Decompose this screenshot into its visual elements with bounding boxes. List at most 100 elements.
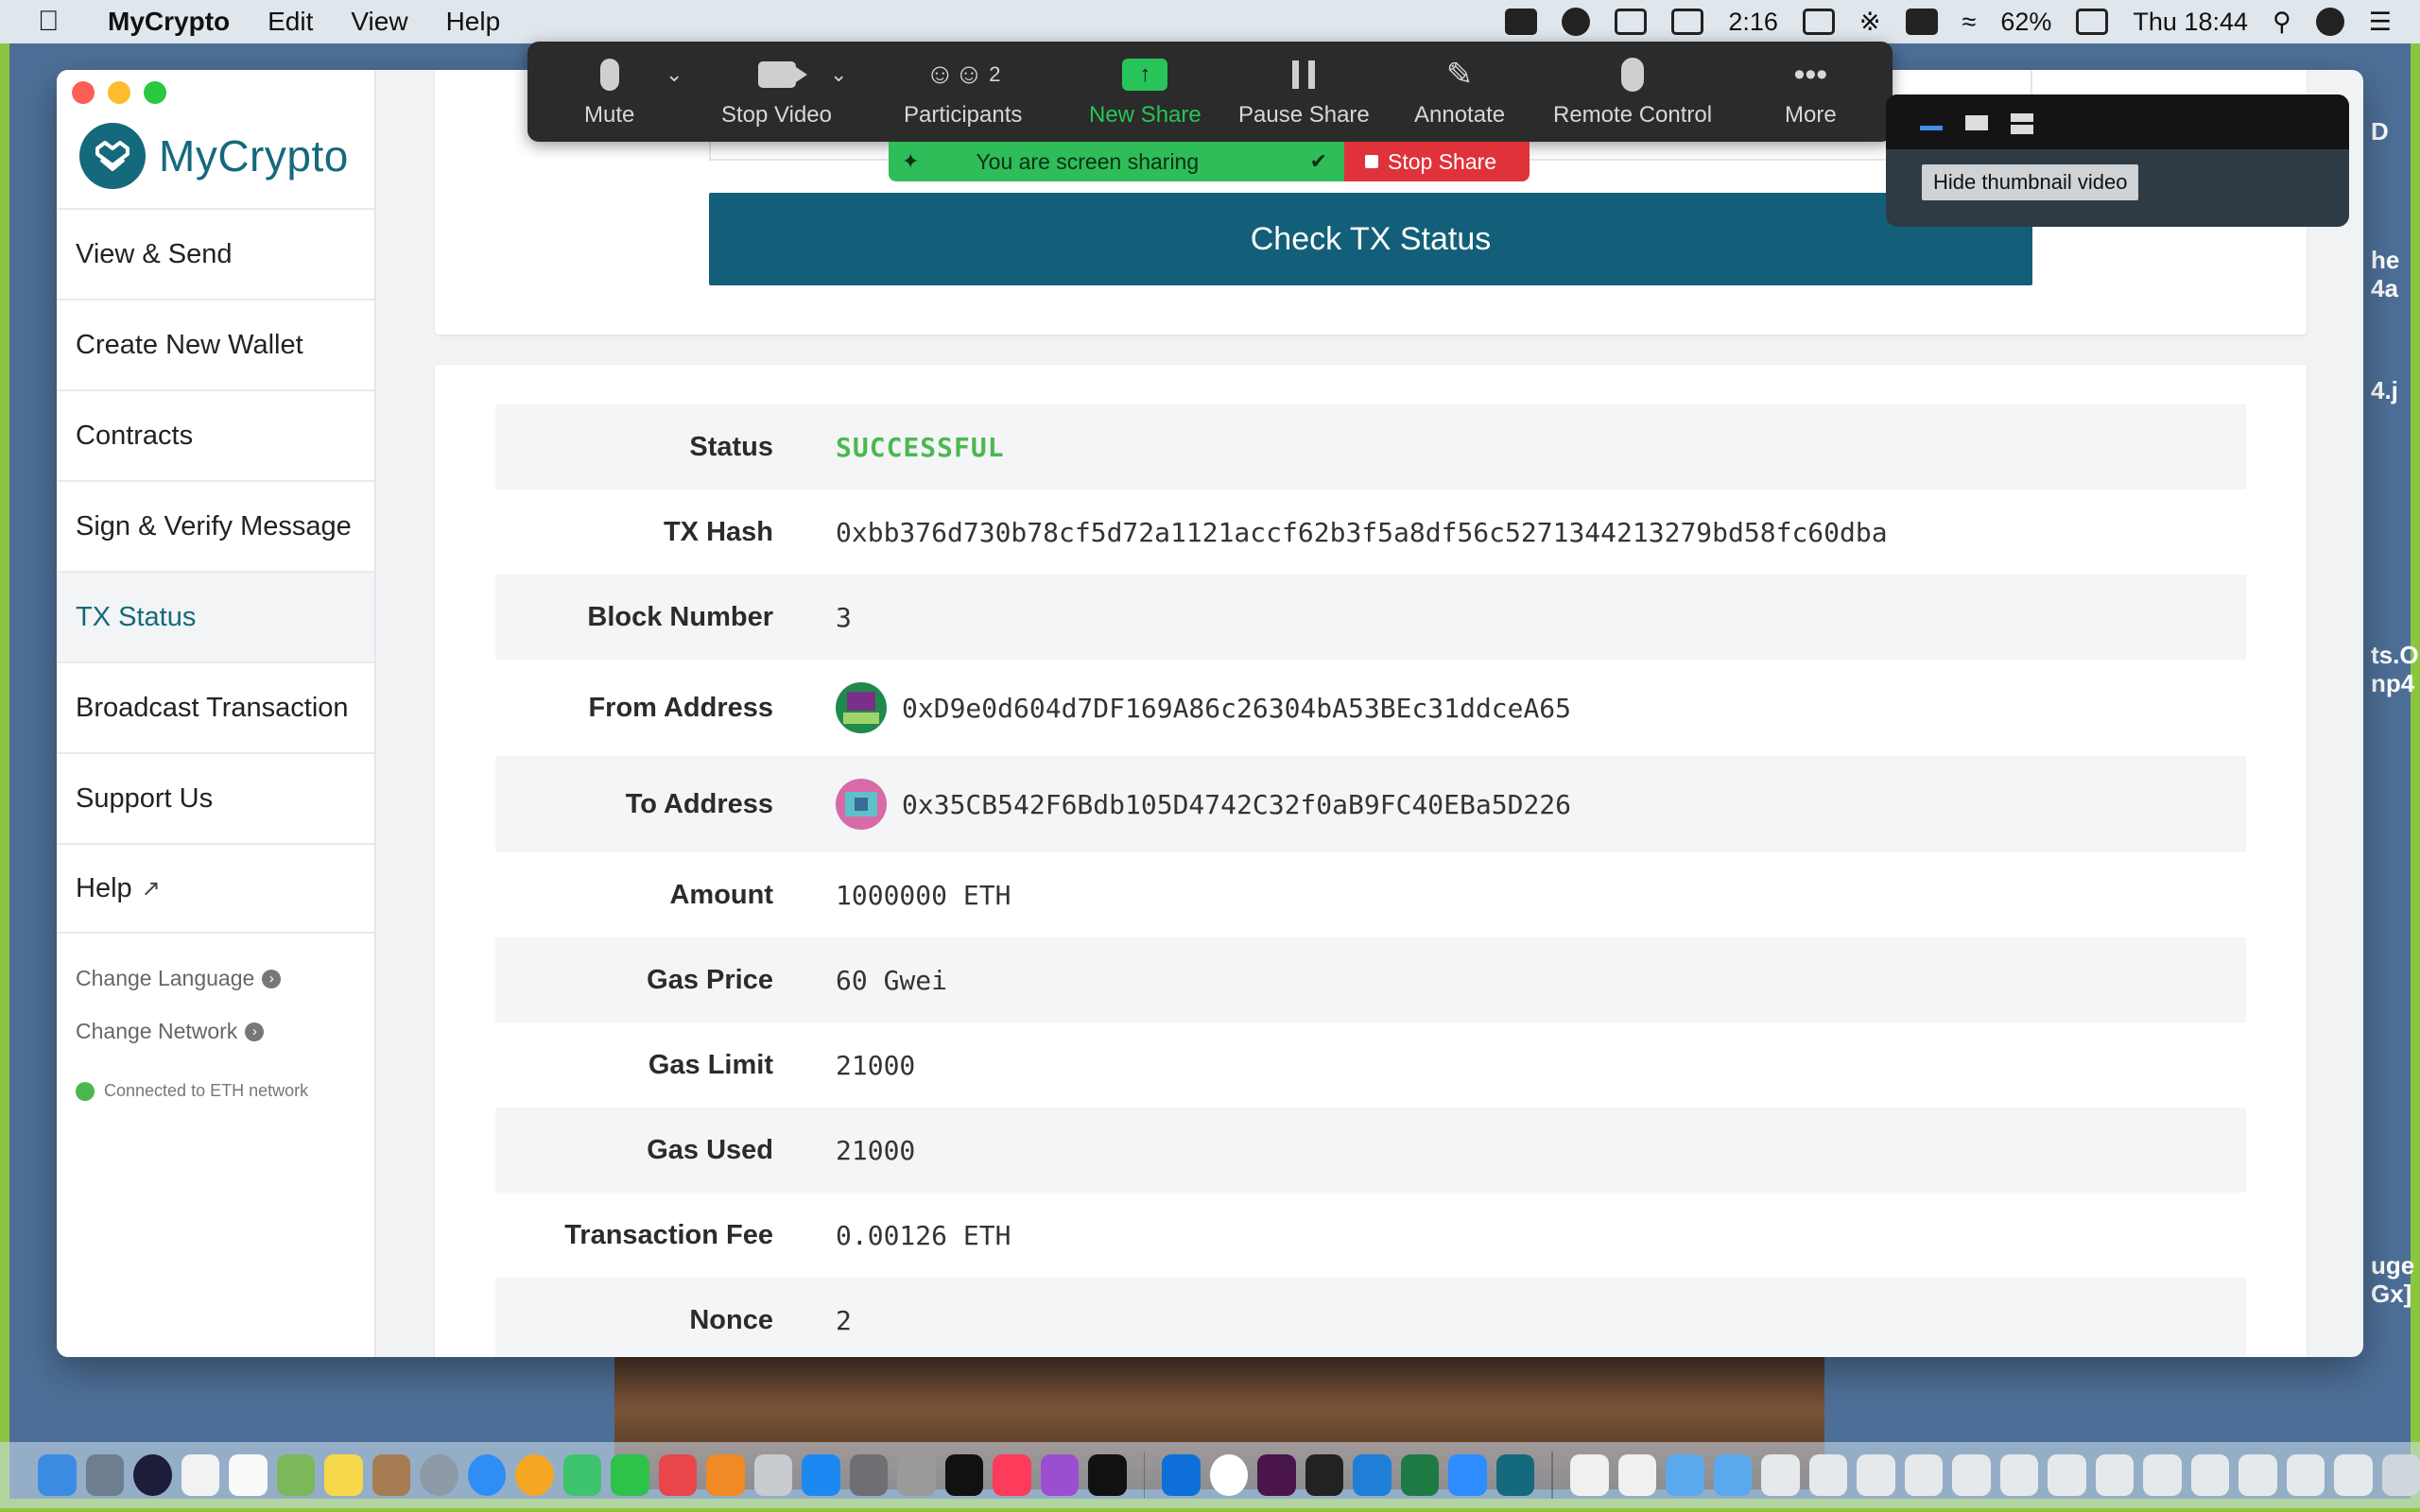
launchpad-icon[interactable] (420, 1454, 458, 1496)
sidebar-item-support[interactable]: Support Us (57, 752, 374, 843)
apple-menu-icon[interactable]:  (38, 6, 79, 38)
sidebar-item-broadcast[interactable]: Broadcast Transaction (57, 662, 374, 752)
annotate-button[interactable]: ✎ Annotate (1414, 55, 1505, 129)
facetime-icon[interactable] (611, 1454, 649, 1496)
terminal-icon[interactable] (1305, 1454, 1344, 1496)
news-icon[interactable] (658, 1454, 697, 1496)
menu-edit[interactable]: Edit (268, 7, 313, 37)
app-logo[interactable]: MyCrypto (79, 123, 349, 189)
messages-icon[interactable] (562, 1454, 601, 1496)
cloud-icon[interactable] (1562, 8, 1591, 36)
sonos-icon[interactable] (944, 1454, 983, 1496)
sidebar-item-help[interactable]: Help ↗ (57, 843, 374, 934)
zoom-window-button[interactable] (144, 81, 166, 104)
window-thumbnail-icon[interactable] (2334, 1454, 2373, 1496)
preview-icon[interactable] (85, 1454, 124, 1496)
participants-button[interactable]: ☺☺ 2 Participants (904, 55, 1022, 129)
downloads-folder-icon[interactable] (1713, 1454, 1753, 1496)
finder-icon[interactable] (38, 1454, 77, 1496)
chrome-icon[interactable] (1209, 1454, 1249, 1496)
stop-share-button[interactable]: Stop Share (1344, 142, 1530, 181)
stop-video-button[interactable]: Stop Video (721, 55, 832, 129)
thumbnail-view-icon[interactable] (1965, 115, 1988, 130)
calculator-icon[interactable] (897, 1454, 936, 1496)
safari-icon[interactable] (467, 1454, 506, 1496)
more-button[interactable]: ••• More (1785, 55, 1837, 129)
podcasts-icon[interactable] (1040, 1454, 1079, 1496)
airplay-icon[interactable] (1802, 9, 1835, 35)
mycrypto-dock-icon[interactable] (1495, 1454, 1535, 1496)
close-window-button[interactable] (72, 81, 95, 104)
zoom-dock-icon[interactable] (1448, 1454, 1487, 1496)
notification-center-icon[interactable]: ☰ (2369, 8, 2392, 37)
siri-icon[interactable] (2315, 8, 2344, 36)
books-icon[interactable] (706, 1454, 745, 1496)
menu-app-name[interactable]: MyCrypto (108, 7, 230, 37)
app-store-icon[interactable] (802, 1454, 840, 1496)
minimize-thumbnail-icon[interactable] (1920, 113, 1943, 130)
window-thumbnail-icon[interactable] (1999, 1454, 2039, 1496)
mute-button[interactable]: Mute (584, 55, 634, 129)
sharing-indicator[interactable]: ✦ You are screen sharing ✔ (889, 142, 1344, 181)
sidebar-item-contracts[interactable]: Contracts (57, 389, 374, 480)
sidebar-item-sign-verify[interactable]: Sign & Verify Message (57, 480, 374, 571)
remote-control-button[interactable]: Remote Control (1553, 55, 1712, 129)
excel-icon[interactable] (1400, 1454, 1440, 1496)
window-thumbnail-icon[interactable] (2048, 1454, 2086, 1496)
help-icon[interactable] (753, 1454, 792, 1496)
sidebar-item-view-send[interactable]: View & Send (57, 208, 374, 299)
minimize-window-button[interactable] (108, 81, 130, 104)
vscode-icon[interactable] (1353, 1454, 1392, 1496)
wifi-icon[interactable]: ≈ (1962, 8, 1977, 37)
tx-hash-value[interactable]: 0xbb376d730b78cf5d72a1121accf62b3f5a8df5… (836, 517, 1888, 548)
audio-options-chevron-icon[interactable]: ⌄ (666, 62, 683, 87)
slack-icon[interactable] (1257, 1454, 1296, 1496)
battery-time[interactable]: 2:16 (1728, 8, 1778, 37)
document-icon[interactable] (1617, 1454, 1657, 1496)
window-thumbnail-icon[interactable] (1904, 1454, 1944, 1496)
calendar-icon[interactable] (229, 1454, 268, 1496)
document-icon[interactable] (1570, 1454, 1609, 1496)
photos-icon[interactable] (515, 1454, 554, 1496)
spotlight-search-icon[interactable]: ⚲ (2273, 8, 2291, 37)
to-address-value[interactable]: 0x35CB542F6Bdb105D4742C32f0aB9FC40EBa5D2… (902, 789, 1571, 820)
window-thumbnail-icon[interactable] (1761, 1454, 1800, 1496)
keyboard-icon[interactable] (1905, 9, 1938, 35)
new-share-button[interactable]: ↑ New Share (1089, 55, 1201, 129)
window-thumbnail-icon[interactable] (1952, 1454, 1991, 1496)
window-thumbnail-icon[interactable] (1808, 1454, 1848, 1496)
reminders-icon[interactable] (181, 1454, 219, 1496)
menu-view[interactable]: View (351, 7, 407, 37)
sidebar-item-create-wallet[interactable]: Create New Wallet (57, 299, 374, 389)
window-thumbnail-icon[interactable] (1857, 1454, 1895, 1496)
contacts-icon[interactable] (372, 1454, 410, 1496)
window-thumbnail-icon[interactable] (2190, 1454, 2230, 1496)
check-tx-status-button[interactable]: Check TX Status (709, 193, 2032, 285)
window-thumbnail-icon[interactable] (2095, 1454, 2135, 1496)
change-network-link[interactable]: Change Network › (76, 1019, 265, 1044)
from-address-value[interactable]: 0xD9e0d604d7DF169A86c26304bA53BEc31ddceA… (902, 693, 1571, 724)
video-options-chevron-icon[interactable]: ⌄ (830, 62, 847, 87)
window-thumbnail-icon[interactable] (2286, 1454, 2325, 1496)
sidebar-item-tx-status[interactable]: TX Status (57, 571, 374, 662)
zoom-status-icon[interactable] (1505, 9, 1538, 35)
battery-icon[interactable] (2076, 9, 2109, 35)
menu-help[interactable]: Help (446, 7, 501, 37)
clock[interactable]: Thu 18:44 (2133, 8, 2248, 37)
battery-percent[interactable]: 62% (2000, 8, 2051, 37)
teamviewer-icon[interactable] (1615, 9, 1648, 35)
teamviewer-dock-icon[interactable] (1162, 1454, 1201, 1496)
maps-icon[interactable] (276, 1454, 315, 1496)
folder-icon[interactable] (1666, 1454, 1704, 1496)
music-icon[interactable] (993, 1454, 1031, 1496)
gallery-view-icon[interactable] (2011, 113, 2033, 134)
change-language-link[interactable]: Change Language › (76, 966, 282, 991)
pause-share-button[interactable]: Pause Share (1238, 55, 1370, 129)
window-thumbnail-icon[interactable] (2238, 1454, 2277, 1496)
apple-tv-icon[interactable] (1088, 1454, 1127, 1496)
notes-icon[interactable] (324, 1454, 363, 1496)
trash-icon[interactable] (2381, 1454, 2420, 1496)
siri-dock-icon[interactable] (133, 1454, 172, 1496)
window-thumbnail-icon[interactable] (2143, 1454, 2182, 1496)
bluetooth-icon[interactable]: ※ (1859, 8, 1881, 37)
